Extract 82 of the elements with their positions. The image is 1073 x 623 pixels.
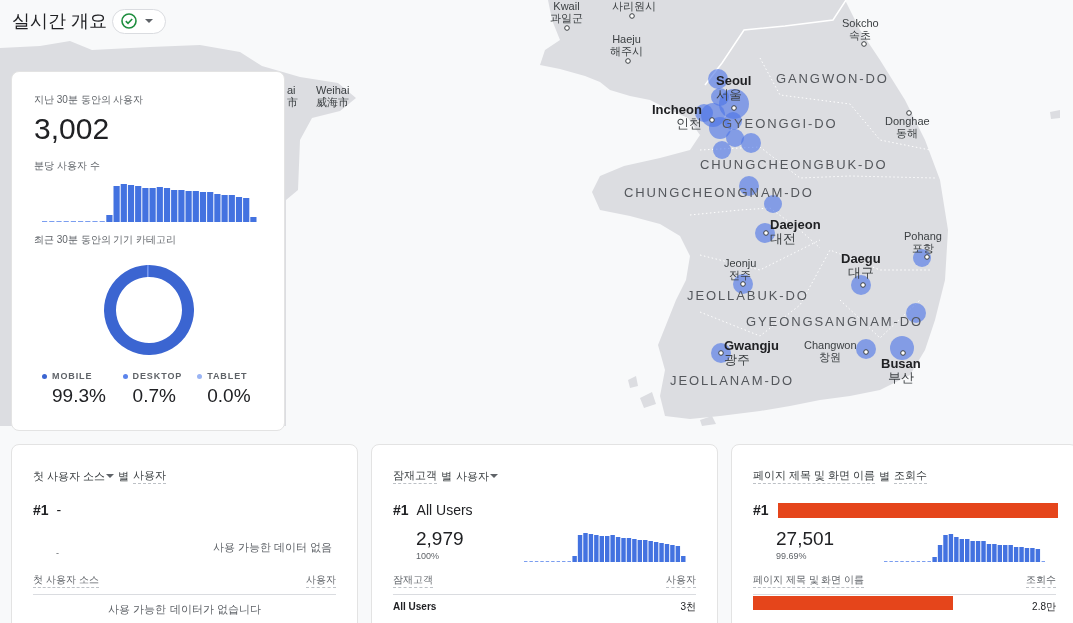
- town-label: 포항: [911, 242, 934, 254]
- column-header: 페이지 제목 및 화면 이름: [753, 573, 865, 588]
- title-text: 별: [879, 469, 891, 484]
- table-cell: 3천: [680, 600, 696, 614]
- top-item-name: All Users: [416, 502, 473, 518]
- legend-label: TABLET: [207, 370, 248, 382]
- legend-label: MOBILE: [52, 370, 93, 382]
- caret-icon: [490, 474, 498, 478]
- rank-label: #1: [33, 502, 49, 518]
- legend-label: DESKTOP: [132, 370, 183, 382]
- region-label: JEOLLABUK-DO: [687, 289, 809, 303]
- region-label: CHUNGCHEONGBUK-DO: [700, 158, 888, 172]
- column-header: 잠재고객: [393, 573, 433, 588]
- region-label: GYEONGSANGNAM-DO: [746, 315, 924, 329]
- region-label: GANGWON-DO: [776, 72, 889, 86]
- metric-label: 사용자: [133, 468, 167, 484]
- status-dropdown[interactable]: [112, 8, 166, 34]
- legend-value: 99.3%: [52, 385, 107, 407]
- title-text: 별: [118, 469, 130, 484]
- chart-title: 최근 30분 동안의 기기 카테고리: [34, 234, 178, 246]
- column-header: 조회수: [1026, 573, 1056, 588]
- town-label: ai: [287, 84, 296, 96]
- metric-label: 조회수: [894, 468, 928, 484]
- town-label: Weihai: [316, 84, 350, 96]
- card-title: 지난 30분 동안의 사용자: [34, 94, 145, 106]
- caret-icon: [106, 474, 115, 478]
- empty-chart-message: 사용 가능한 데이터 없음: [212, 540, 332, 554]
- check-circle-icon: [121, 13, 137, 29]
- dimension-dropdown[interactable]: 첫 사용자 소스: [33, 468, 115, 484]
- table-cell: 2.8만: [1032, 600, 1056, 614]
- share-text: 100%: [416, 550, 441, 562]
- column-header: 사용자: [666, 573, 696, 588]
- city-label: 대전: [770, 232, 796, 246]
- town-label: Changwon: [804, 339, 857, 351]
- town-label: 창원: [819, 351, 842, 363]
- city-label: Daegu: [841, 252, 881, 266]
- table-cell: All Users: [393, 600, 437, 614]
- value-text: 2,979: [416, 528, 464, 550]
- rank-label: #1: [393, 502, 409, 518]
- town-label: 과일군: [550, 12, 583, 24]
- town-label: Kwail: [553, 0, 580, 12]
- share-text: 99.69%: [776, 550, 808, 562]
- city-label: 서울: [716, 88, 742, 102]
- dimension-dropdown[interactable]: 사용자: [456, 468, 498, 484]
- title-text: 별: [441, 469, 452, 484]
- city-label: Gwangju: [724, 339, 779, 353]
- town-label: 사리원시: [612, 0, 656, 12]
- user-count: 3,002: [34, 112, 111, 146]
- town-label: Donghae: [885, 115, 930, 127]
- value-text: -: [56, 548, 59, 558]
- page-title: 실시간 개요: [12, 10, 107, 33]
- city-label: Incheon: [652, 103, 702, 117]
- city-label: Busan: [881, 357, 921, 371]
- metric-label: 잠재고객: [393, 468, 437, 484]
- town-label: Haeju: [612, 33, 641, 45]
- rank-label: #1: [753, 502, 769, 518]
- legend-value: 0.7%: [132, 385, 177, 407]
- town-label: 전주: [729, 269, 752, 281]
- city-label: 부산: [887, 371, 914, 385]
- city-label: Seoul: [716, 74, 752, 88]
- town-label: 동해: [896, 127, 919, 139]
- town-label: Jeonju: [724, 257, 757, 269]
- column-header: 사용자: [306, 573, 336, 588]
- metric-label: 페이지 제목 및 화면 이름: [753, 468, 876, 484]
- column-header: 첫 사용자 소스: [33, 573, 99, 588]
- city-label: 광주: [724, 353, 750, 367]
- chart-title: 분당 사용자 수: [34, 160, 101, 172]
- city-label: 대구: [847, 266, 874, 280]
- town-label: 속초: [849, 29, 872, 41]
- value-text: 27,501: [776, 528, 835, 550]
- city-label: Daejeon: [770, 218, 821, 232]
- town-label: 威海市: [316, 96, 349, 108]
- top-item-name: -: [56, 502, 62, 518]
- town-label: Pohang: [904, 230, 942, 242]
- region-label: JEOLLANAM-DO: [670, 374, 794, 388]
- legend-value: 0.0%: [207, 385, 252, 407]
- town-label: 市: [287, 96, 298, 108]
- town-label: 해주시: [610, 45, 643, 57]
- city-label: 인천: [675, 117, 702, 131]
- empty-table-message: 사용 가능한 데이터가 없습니다: [107, 602, 262, 616]
- caret-icon: [145, 19, 153, 23]
- town-label: Sokcho: [842, 17, 879, 29]
